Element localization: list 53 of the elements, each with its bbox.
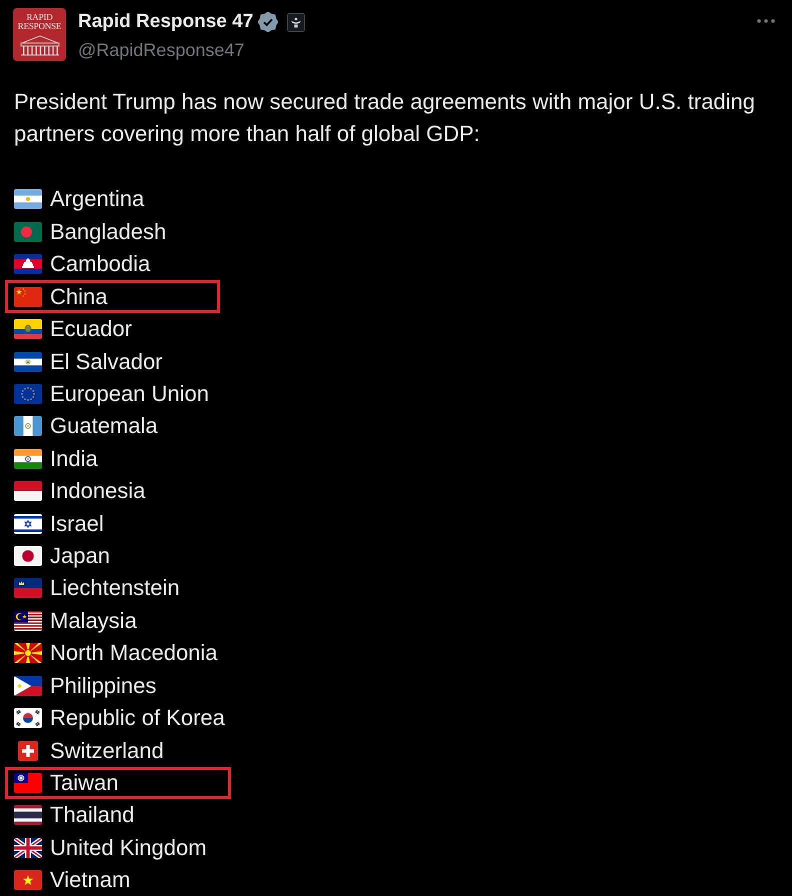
country-name: North Macedonia [50,640,218,666]
united-kingdom-flag-icon [14,838,42,858]
country-name: Malaysia [50,608,137,634]
north-macedonia-flag-icon [14,643,42,664]
country-name: Israel [50,510,104,537]
display-name[interactable]: Rapid Response 47 [78,10,254,34]
country-name: European Union [50,380,210,407]
malaysia-flag-icon [14,610,42,631]
philippines-flag-icon [14,676,42,696]
country-name: Guatemala [50,413,158,440]
country-name: Liechtenstein [50,575,180,602]
ecuador-flag-icon [14,319,42,340]
country-name: Japan [50,543,110,570]
india-flag-icon [14,448,42,469]
liechtenstein-flag-icon [14,578,42,598]
bangladesh-flag-icon [14,222,42,242]
country-name: India [50,446,98,472]
el-salvador-flag-icon [14,352,42,372]
country-name: Switzerland [50,738,164,764]
guatemala-flag-icon [14,416,42,436]
building-icon [18,34,62,56]
country-name: Republic of Korea [50,705,225,732]
japan-flag-icon [14,546,42,566]
argentina-flag-icon [14,189,42,210]
post-text: President Trump has now secured trade agreements with major U.S. trading partners covering more than half of global GDP: [13,88,756,148]
more-button[interactable] [757,16,775,26]
indonesia-flag-icon [14,481,42,502]
country-name: Philippines [50,672,156,699]
country-name: China [50,284,108,310]
country-name: Indonesia [50,478,146,504]
country-name: United Kingdom [50,834,207,861]
country-name: Argentina [50,186,144,212]
cambodia-flag-icon [14,254,42,274]
thailand-flag-icon [14,805,42,826]
user-handle[interactable]: @RapidResponse47 [78,38,306,62]
country-name: Bangladesh [50,218,166,245]
switzerland-flag-icon [18,740,38,761]
country-name: Thailand [50,802,134,828]
country-name: Vietnam [50,867,130,894]
more-icon [757,19,775,23]
country-name: Taiwan [50,770,118,796]
country-name: El Salvador [50,348,163,375]
israel-flag-icon [14,514,42,534]
european-union-flag-icon [14,384,42,404]
country-name: Cambodia [50,251,150,278]
avatar-logo[interactable]: RAPID RESPONSE [13,8,66,61]
taiwan-flag-icon [14,773,42,793]
vietnam-flag-icon [14,870,42,890]
affiliate-badge-icon[interactable] [287,12,306,32]
china-flag-icon [14,286,42,307]
south-korea-flag-icon [14,708,42,728]
country-name: Ecuador [50,316,132,342]
logo-text: RAPID RESPONSE [16,13,62,31]
